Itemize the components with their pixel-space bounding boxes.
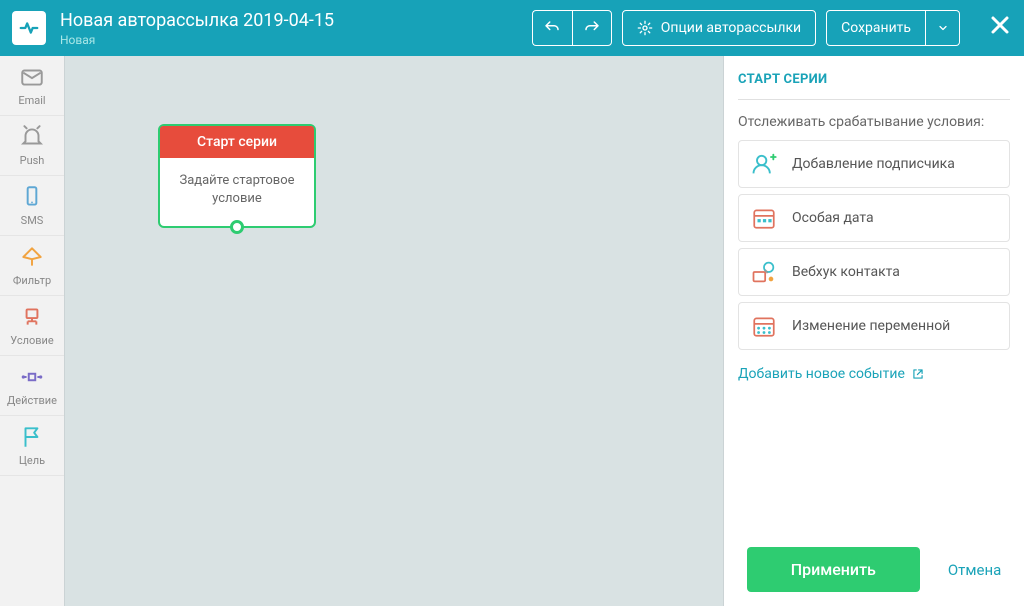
condition-icon [19, 304, 45, 330]
apply-button[interactable]: Применить [747, 547, 920, 592]
app-logo [12, 11, 46, 45]
header-title-group: Новая авторассылка 2019-04-15 Новая [60, 10, 334, 47]
start-node[interactable]: Старт серии Задайте стартовое условие [158, 124, 316, 228]
header-actions: Опции авторассылки Сохранить [532, 10, 1012, 46]
filter-icon [19, 244, 45, 270]
redo-icon [583, 19, 601, 37]
trigger-label: Добавление подписчика [792, 156, 955, 172]
page-status: Новая [60, 33, 334, 47]
toolbox-sidebar: Email Push SMS Фильтр Условие Действие Ц… [0, 56, 64, 606]
tool-filter[interactable]: Фильтр [0, 236, 64, 296]
save-dropdown-button[interactable] [926, 10, 960, 46]
trigger-add-subscriber[interactable]: Добавление подписчика [738, 140, 1010, 188]
action-icon [19, 364, 45, 390]
bell-icon [19, 124, 45, 150]
redo-button[interactable] [572, 10, 612, 46]
calendar-grid-icon [750, 312, 778, 340]
trigger-label: Особая дата [792, 210, 874, 226]
undo-button[interactable] [532, 10, 572, 46]
cancel-link[interactable]: Отмена [948, 561, 1001, 579]
save-button[interactable]: Сохранить [826, 10, 926, 46]
tool-condition[interactable]: Условие [0, 296, 64, 356]
undo-redo-group [532, 10, 612, 46]
properties-panel: СТАРТ СЕРИИ Отслеживать срабатывание усл… [724, 56, 1024, 606]
node-body: Задайте стартовое условие [160, 158, 314, 226]
phone-icon [19, 184, 45, 210]
flow-canvas[interactable]: Старт серии Задайте стартовое условие [64, 56, 724, 606]
tool-label: Email [18, 94, 45, 107]
save-group: Сохранить [826, 10, 960, 46]
close-icon [988, 13, 1012, 37]
trigger-label: Изменение переменной [792, 318, 950, 334]
tool-label: Условие [10, 334, 53, 347]
options-button[interactable]: Опции авторассылки [622, 10, 816, 46]
app-header: Новая авторассылка 2019-04-15 Новая Опци… [0, 0, 1024, 56]
flag-icon [19, 424, 45, 450]
trigger-label: Вебхук контакта [792, 264, 900, 280]
panel-title: СТАРТ СЕРИИ [738, 72, 1010, 100]
page-title: Новая авторассылка 2019-04-15 [60, 10, 334, 31]
tool-label: Push [20, 154, 45, 167]
user-add-icon [750, 150, 778, 178]
tool-goal[interactable]: Цель [0, 416, 64, 476]
tool-label: Цель [19, 454, 45, 467]
options-label: Опции авторассылки [661, 20, 801, 36]
undo-icon [543, 19, 561, 37]
main-layout: Email Push SMS Фильтр Условие Действие Ц… [0, 56, 1024, 606]
webhook-icon [750, 258, 778, 286]
tool-push[interactable]: Push [0, 116, 64, 176]
tool-sms[interactable]: SMS [0, 176, 64, 236]
add-event-link[interactable]: Добавить новое событие [738, 366, 1010, 382]
tool-label: SMS [21, 214, 44, 227]
panel-track-label: Отслеживать срабатывание условия: [738, 114, 1010, 130]
trigger-webhook[interactable]: Вебхук контакта [738, 248, 1010, 296]
external-link-icon [911, 367, 925, 381]
tool-email[interactable]: Email [0, 56, 64, 116]
calendar-icon [750, 204, 778, 232]
close-button[interactable] [988, 13, 1012, 44]
trigger-variable-change[interactable]: Изменение переменной [738, 302, 1010, 350]
chevron-down-icon [937, 22, 949, 34]
tool-label: Фильтр [13, 274, 51, 287]
panel-footer: Применить Отмена [738, 547, 1010, 592]
trigger-special-date[interactable]: Особая дата [738, 194, 1010, 242]
node-title: Старт серии [160, 126, 314, 158]
trigger-list: Добавление подписчика Особая дата Вебхук… [738, 140, 1010, 350]
node-output-port[interactable] [230, 220, 244, 234]
tool-label: Действие [7, 394, 57, 407]
email-icon [19, 64, 45, 90]
gear-icon [637, 20, 653, 36]
tool-action[interactable]: Действие [0, 356, 64, 416]
